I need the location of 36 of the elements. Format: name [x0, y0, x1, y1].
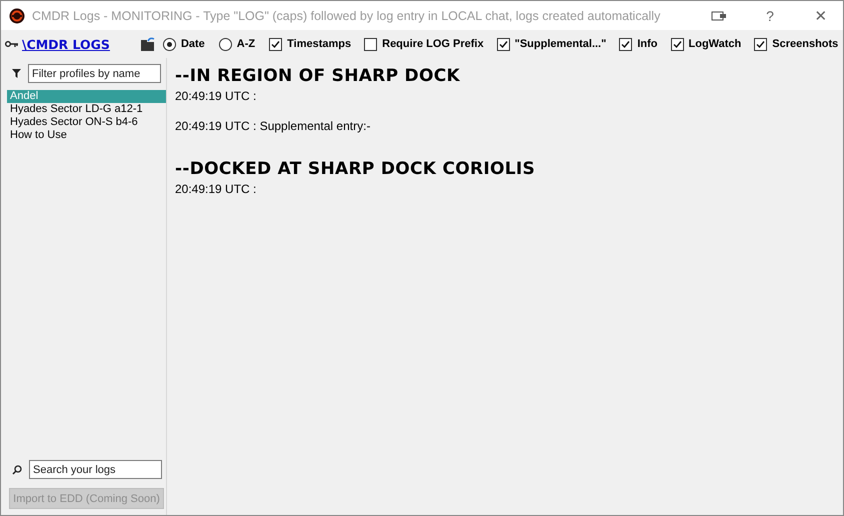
log-entry: 20:49:19 UTC : — [175, 89, 258, 103]
help-button[interactable]: ? — [748, 1, 792, 30]
profile-item[interactable]: Hyades Sector LD-G a12-1 — [7, 103, 166, 116]
filter-icon — [12, 69, 21, 78]
log-heading: --DOCKED AT SHARP DOCK CORIOLIS — [175, 159, 536, 179]
filter-field[interactable]: Filter profiles by name — [28, 64, 161, 83]
option-checkbox[interactable] — [364, 38, 378, 50]
option-label: LogWatch — [688, 38, 742, 50]
cmdr-logs-link[interactable]: \CMDR LOGS — [22, 36, 110, 52]
option-checkbox[interactable] — [496, 38, 510, 50]
log-entry: 20:49:19 UTC : — [175, 182, 258, 196]
option-checkbox[interactable] — [670, 38, 684, 50]
window-title: CMDR Logs - MONITORING - Type "LOG" (caps) followed by log entry in LOCAL chat, logs created automatically — [32, 8, 662, 22]
window-mode-icon[interactable] — [711, 10, 727, 22]
app-logo-icon — [9, 8, 25, 24]
option-label: Require LOG Prefix — [382, 38, 484, 50]
folder-icon[interactable] — [140, 36, 156, 52]
log-entry: 20:49:19 UTC : Supplemental entry:- — [175, 119, 372, 133]
search-field[interactable]: Search your logs — [29, 460, 162, 479]
sort-radio[interactable] — [218, 38, 232, 50]
sort-label: A-Z — [236, 38, 256, 50]
option-label: Info — [637, 38, 658, 50]
close-button[interactable]: ✕ — [799, 1, 843, 30]
sort-label: Date — [180, 38, 205, 50]
option-checkbox[interactable] — [754, 38, 768, 50]
option-label: Timestamps — [287, 38, 352, 50]
option-label: "Supplemental..." — [514, 38, 606, 50]
sort-radio[interactable] — [162, 38, 176, 50]
option-label: Screenshots — [772, 38, 838, 50]
profile-item[interactable]: Hyades Sector ON-S b4-6 — [7, 116, 166, 129]
key-icon — [5, 40, 19, 48]
log-heading: --IN REGION OF SHARP DOCK — [175, 66, 461, 86]
option-checkbox[interactable] — [619, 38, 632, 50]
option-checkbox[interactable] — [269, 38, 282, 50]
profile-item[interactable]: How to Use — [7, 129, 166, 142]
search-icon — [12, 464, 22, 474]
